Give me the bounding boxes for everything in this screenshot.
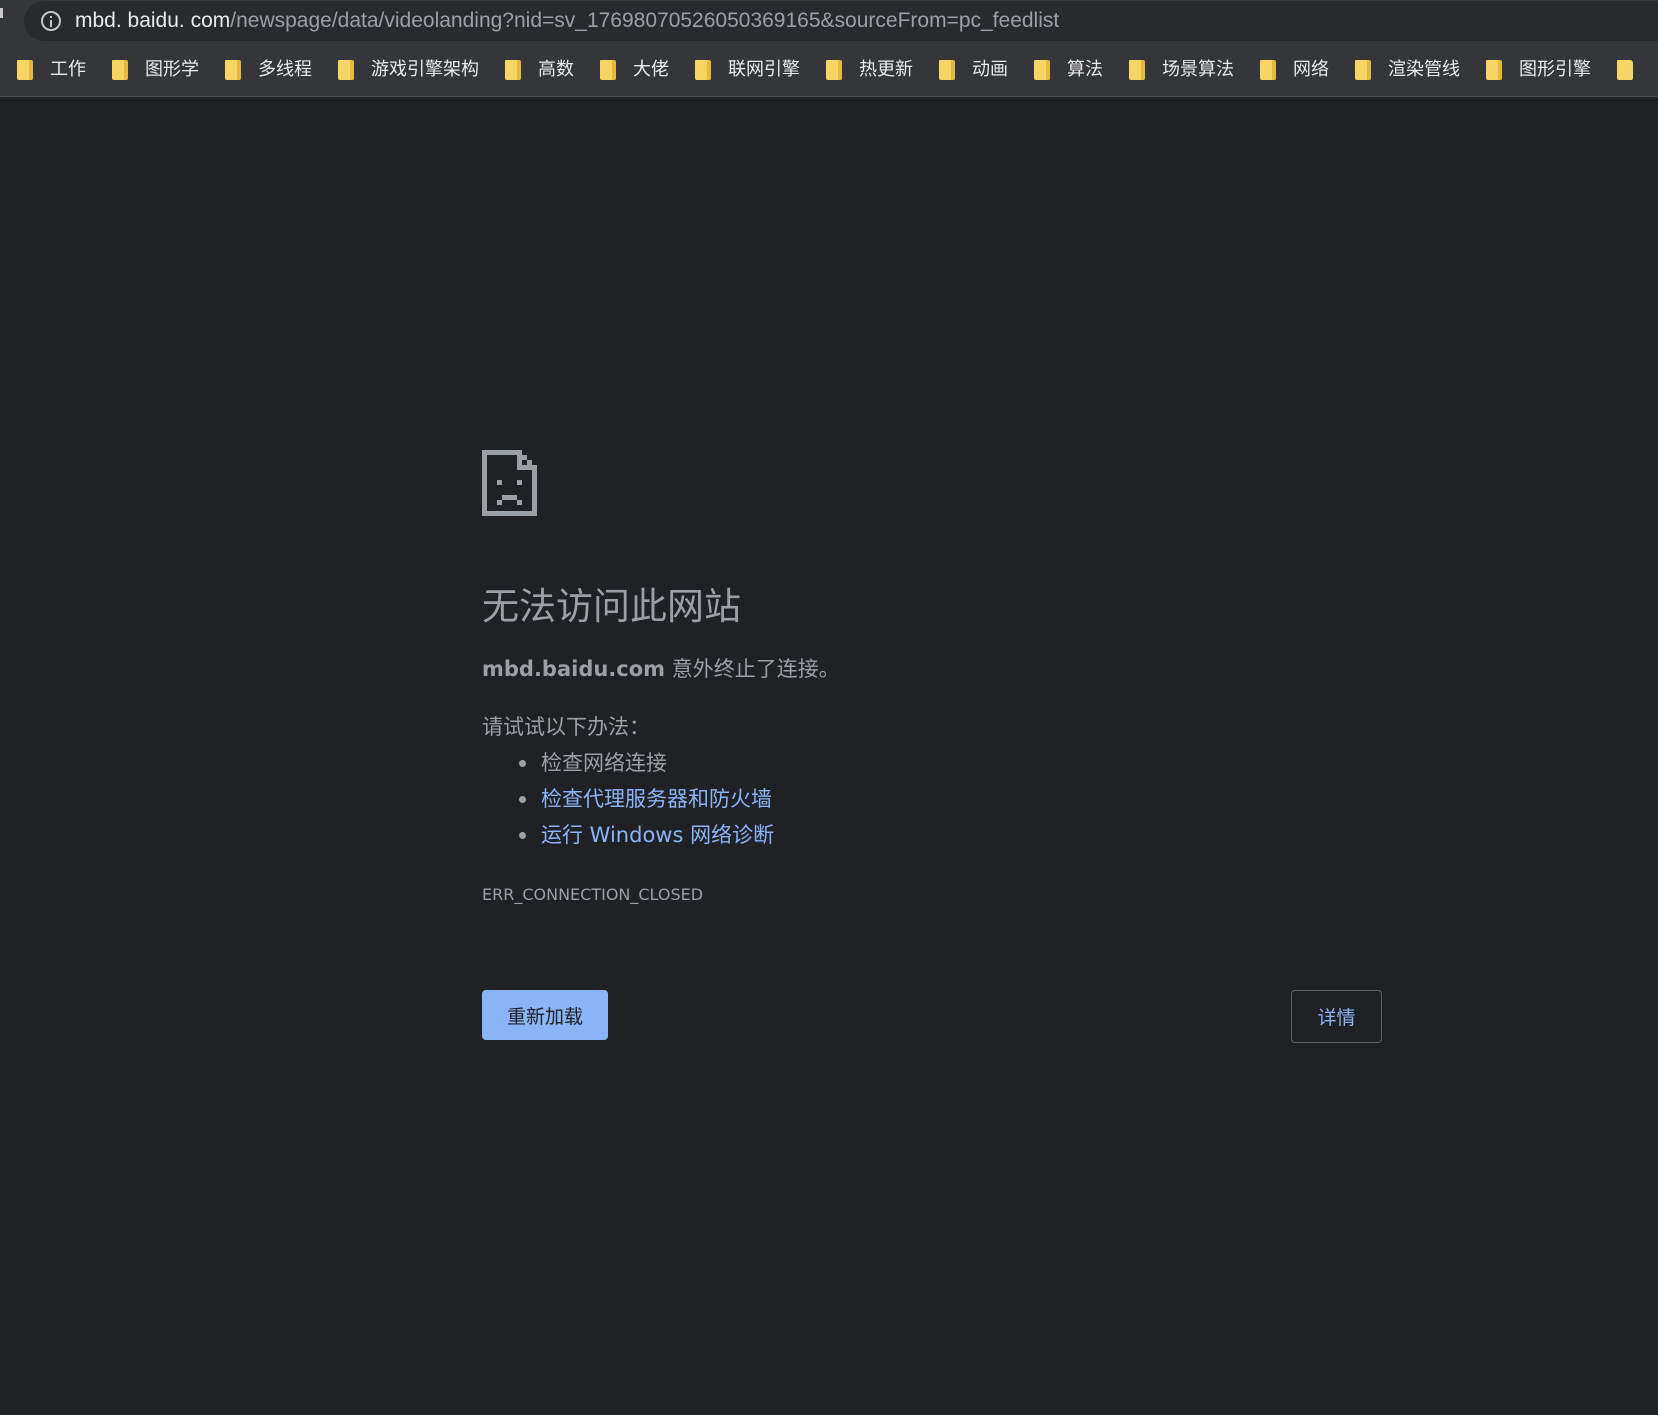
bookmark-label: 图形学 (145, 59, 199, 80)
folder-icon (600, 60, 616, 80)
bookmark-label: 工作 (50, 59, 86, 80)
folder-icon (338, 60, 354, 80)
folder-icon (1355, 60, 1371, 80)
bookmark-label: 热更新 (859, 59, 913, 80)
error-host: mbd.baidu.com (482, 657, 666, 681)
url-text[interactable]: mbd. baidu. com/newspage/data/videolandi… (75, 9, 1059, 33)
folder-icon (939, 60, 955, 80)
info-icon[interactable] (41, 11, 61, 31)
folder-icon (1486, 60, 1502, 80)
folder-icon (225, 60, 241, 80)
bookmark-folder[interactable]: 热更新 (826, 43, 913, 96)
suggestion-check-proxy-firewall: 检查代理服务器和防火墙 (482, 784, 774, 820)
folder-icon (1617, 60, 1633, 80)
bullet-icon (519, 832, 526, 839)
bookmark-label: 多线程 (258, 59, 312, 80)
bookmark-folder[interactable]: 算法 (1034, 43, 1103, 96)
bookmark-label: 图形引擎 (1519, 59, 1591, 80)
error-description: mbd.baidu.com 意外终止了连接。 (482, 655, 840, 683)
bookmark-folder[interactable]: 图形引擎 (1486, 43, 1591, 96)
proxy-firewall-link[interactable]: 检查代理服务器和防火墙 (541, 787, 772, 811)
bookmark-label: 游戏引擎架构 (371, 59, 479, 80)
folder-icon (1034, 60, 1050, 80)
window-edge-mark (0, 8, 3, 18)
bookmark-folder[interactable]: 渲染管线 (1355, 43, 1460, 96)
bookmark-label: 场景算法 (1162, 59, 1234, 80)
bookmark-folder[interactable]: 图形学 (112, 43, 199, 96)
error-message: 意外终止了连接。 (665, 657, 840, 681)
suggestions-list: 检查网络连接 检查代理服务器和防火墙 运行 Windows 网络诊断 (482, 748, 774, 856)
bookmarks-list: 工作 图形学 多线程 游戏引擎架构 高数 大佬 联网引擎 热更新 动画 算法 场… (17, 43, 1658, 96)
bookmark-label: 网络 (1293, 59, 1329, 80)
bookmark-folder[interactable]: 网络 (1260, 43, 1329, 96)
bookmark-label: 渲染管线 (1388, 59, 1460, 80)
folder-icon (17, 60, 33, 80)
sad-page-icon (482, 450, 537, 516)
reload-button[interactable]: 重新加载 (482, 990, 608, 1040)
bookmark-folder[interactable]: 大佬 (600, 43, 669, 96)
bookmark-label: 算法 (1067, 59, 1103, 80)
network-diagnostics-link[interactable]: 运行 Windows 网络诊断 (541, 823, 774, 847)
folder-icon (112, 60, 128, 80)
bookmark-folder[interactable]: 游戏引擎架构 (338, 43, 479, 96)
bookmark-folder-partial[interactable] (1617, 43, 1633, 96)
folder-icon (1260, 60, 1276, 80)
bookmark-folder[interactable]: 工作 (17, 43, 86, 96)
bookmark-label: 动画 (972, 59, 1008, 80)
url-host: mbd. baidu. com (75, 9, 231, 32)
folder-icon (505, 60, 521, 80)
error-title: 无法访问此网站 (482, 585, 741, 628)
bookmark-label: 联网引擎 (728, 59, 800, 80)
error-code: ERR_CONNECTION_CLOSED (482, 885, 704, 904)
bookmark-folder[interactable]: 高数 (505, 43, 574, 96)
bullet-icon (519, 760, 526, 767)
suggestion-text: 检查网络连接 (541, 751, 667, 775)
suggestion-run-diagnostics: 运行 Windows 网络诊断 (482, 820, 774, 856)
bookmark-label: 高数 (538, 59, 574, 80)
bullet-icon (519, 796, 526, 803)
bookmarks-bar: 工作 图形学 多线程 游戏引擎架构 高数 大佬 联网引擎 热更新 动画 算法 场… (0, 43, 1658, 97)
bookmark-folder[interactable]: 多线程 (225, 43, 312, 96)
url-path: /newspage/data/videolanding?nid=sv_17698… (230, 9, 1060, 32)
bookmark-label: 大佬 (633, 59, 669, 80)
folder-icon (695, 60, 711, 80)
suggestions-heading: 请试试以下办法： (482, 715, 650, 739)
omnibox[interactable]: mbd. baidu. com/newspage/data/videolandi… (24, 1, 1658, 41)
address-bar-area: mbd. baidu. com/newspage/data/videolandi… (0, 0, 1658, 43)
bookmark-folder[interactable]: 联网引擎 (695, 43, 800, 96)
bookmark-folder[interactable]: 动画 (939, 43, 1008, 96)
folder-icon (1129, 60, 1145, 80)
bookmark-folder[interactable]: 场景算法 (1129, 43, 1234, 96)
details-button[interactable]: 详情 (1291, 990, 1382, 1043)
suggestion-check-connection: 检查网络连接 (482, 748, 774, 784)
folder-icon (826, 60, 842, 80)
